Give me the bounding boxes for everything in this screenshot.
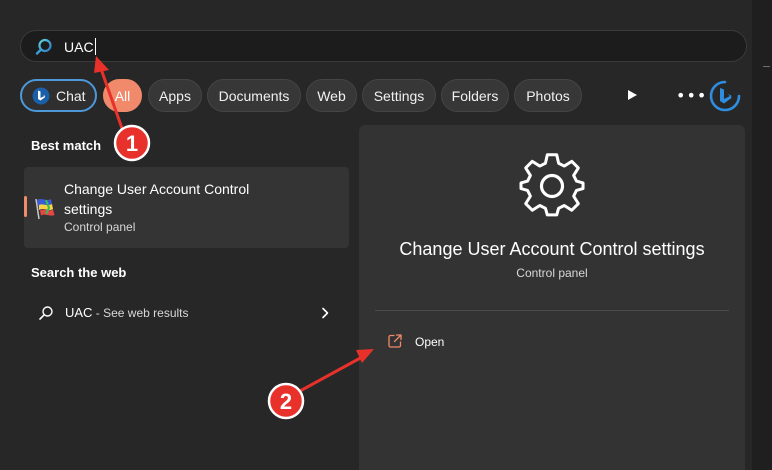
annotation-badge-1: 1 [113,124,151,162]
tab-photos[interactable]: Photos [514,79,582,112]
web-results-suffix: - See web results [92,306,189,320]
tab-all-label: All [114,87,131,104]
tab-folders[interactable]: Folders [441,79,509,112]
preview-subtitle: Control panel [516,266,588,280]
best-match-title: Change User Account Control settings [64,181,250,217]
badge-1-number: 1 [126,131,138,156]
web-search-result[interactable]: UAC - See web results [24,297,349,329]
tab-settings-label: Settings [373,87,425,104]
bing-icon[interactable] [709,80,741,112]
tab-photos-label: Photos [526,87,570,104]
web-search-icon [39,306,53,320]
best-match-heading: Best match [31,138,102,153]
best-match-result[interactable]: Change User Account Control settings Con… [24,167,349,248]
search-box[interactable]: UAC [20,30,747,62]
background-window-edge [752,0,772,470]
uac-flag-icon [35,198,55,220]
preview-panel: Change User Account Control settings Con… [359,125,745,470]
tab-apps-label: Apps [159,87,191,104]
play-icon[interactable] [626,89,638,101]
more-icon[interactable]: ••• [676,86,707,105]
tab-chat-label: Chat [56,87,86,104]
best-match-subtitle: Control panel [64,220,136,234]
tab-web-label: Web [317,87,346,104]
tab-all[interactable]: All [103,79,142,112]
badge-2-number: 2 [280,389,292,414]
bing-chat-icon [32,87,50,104]
text-caret [94,38,96,55]
open-action[interactable]: Open [375,327,729,357]
scrollbar-tick [763,66,770,67]
tab-chat[interactable]: Chat [20,79,97,112]
open-external-icon [388,334,402,348]
preview-divider [375,310,729,311]
tab-settings[interactable]: Settings [362,79,436,112]
selection-indicator [24,196,27,217]
preview-title: Change User Account Control settings [399,239,705,259]
tab-folders-label: Folders [451,87,499,104]
search-icon [35,38,52,55]
search-web-heading: Search the web [31,265,127,280]
tab-web[interactable]: Web [306,79,357,112]
annotation-badge-2: 2 [267,382,305,420]
web-search-label: UAC - See web results [65,305,189,320]
web-query: UAC [65,305,93,320]
tab-documents-label: Documents [218,87,290,104]
search-input[interactable]: UAC [64,37,96,57]
tab-apps[interactable]: Apps [148,79,202,112]
tab-documents[interactable]: Documents [207,79,301,112]
gear-icon [519,153,585,217]
open-label: Open [415,335,445,349]
chevron-right-icon[interactable] [321,307,329,319]
